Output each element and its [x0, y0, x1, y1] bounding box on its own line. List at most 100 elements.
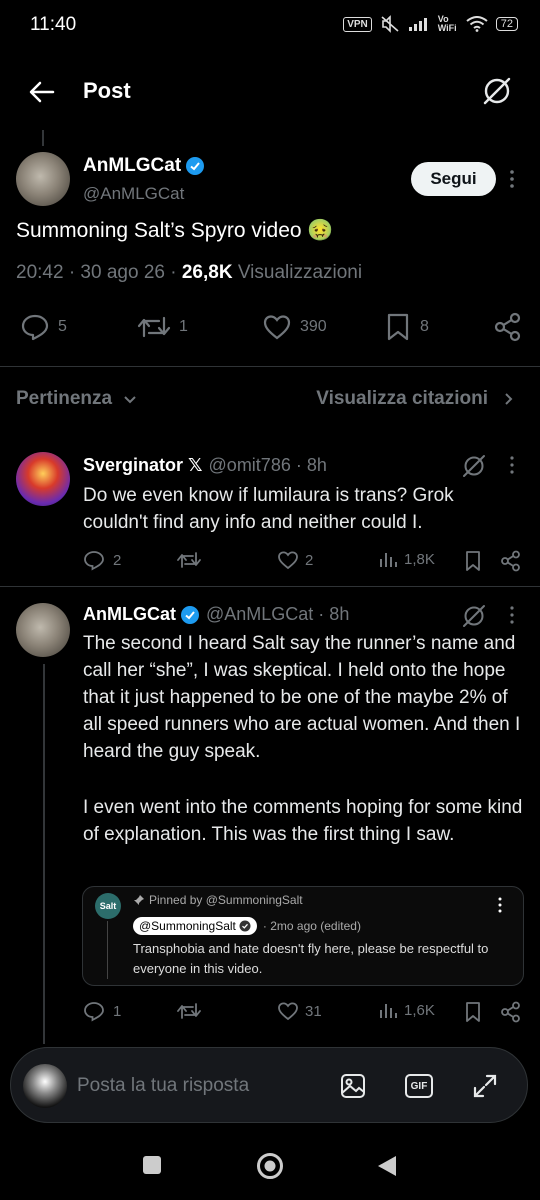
- like-count: 31: [305, 1002, 322, 1020]
- like-count: 2: [305, 551, 314, 569]
- bookmark-icon[interactable]: [463, 550, 483, 572]
- reply-handle-time[interactable]: @AnMLGCat · 8h: [206, 604, 349, 625]
- reply-author-name[interactable]: Sverginator 𝕏: [83, 455, 203, 476]
- image-icon[interactable]: [339, 1072, 367, 1100]
- post-text: Summoning Salt’s Spyro video 🤢: [16, 219, 334, 242]
- grok-icon[interactable]: [462, 454, 486, 478]
- author-handle[interactable]: @AnMLGCat: [83, 184, 184, 204]
- pinned-text: Pinned by @SummoningSalt: [149, 893, 303, 907]
- channel-avatar: Salt: [95, 893, 121, 919]
- reply-count: 1: [113, 1002, 122, 1020]
- reply-avatar[interactable]: [16, 452, 70, 506]
- heart-icon: [278, 551, 298, 570]
- gif-button[interactable]: GIF: [405, 1074, 433, 1098]
- heart-icon: [263, 315, 291, 340]
- share-icon[interactable]: [500, 1001, 522, 1023]
- vpn-icon: VPN: [343, 16, 372, 32]
- thread-line-top: [42, 130, 44, 146]
- thread-line: [43, 664, 45, 1044]
- more-options-icon[interactable]: [504, 168, 520, 190]
- repost-icon: [177, 552, 201, 568]
- like-count: 390: [300, 318, 327, 335]
- divider: [0, 586, 540, 587]
- back-arrow-icon[interactable]: [28, 78, 56, 106]
- reply-count: 2: [113, 551, 122, 569]
- repost-button[interactable]: 1: [137, 312, 188, 342]
- view-count: 1,8K: [404, 550, 435, 568]
- system-nav-bar: [0, 1140, 540, 1200]
- volte-icon: Vo WiFi: [437, 14, 457, 33]
- author-name-row[interactable]: AnMLGCat: [83, 155, 205, 177]
- grok-icon[interactable]: [482, 76, 512, 106]
- top-bar: Post: [0, 62, 540, 122]
- comment-author: @SummoningSalt: [139, 919, 236, 933]
- status-bar: 11:40 VPN Vo WiFi 72: [0, 0, 540, 50]
- bookmark-button[interactable]: 8: [384, 312, 429, 342]
- bookmark-icon: [387, 313, 409, 341]
- chevron-down-icon: [124, 396, 136, 404]
- reply-avatar[interactable]: [16, 603, 70, 657]
- reply-handle-time[interactable]: @omit786 · 8h: [209, 455, 327, 476]
- reply-text: The second I heard Salt say the runner’s…: [83, 633, 521, 762]
- like-button[interactable]: 2: [277, 549, 313, 571]
- reply-input-placeholder[interactable]: Posta la tua risposta: [77, 1075, 249, 1097]
- repost-button[interactable]: [176, 1000, 202, 1022]
- home-button[interactable]: [256, 1152, 284, 1180]
- post-meta: 20:42 · 30 ago 26 · 26,8K Visualizzazion…: [16, 262, 362, 284]
- reply-button[interactable]: 5: [20, 312, 67, 342]
- more-options-icon[interactable]: [504, 605, 520, 625]
- post-action-bar: 5 1 390 8: [20, 312, 525, 344]
- reply-icon: [84, 1002, 104, 1022]
- pin-icon: [134, 895, 144, 905]
- quotes-label: Visualizza citazioni: [316, 388, 488, 409]
- repost-button[interactable]: [176, 549, 202, 571]
- verified-badge-icon: [186, 157, 205, 175]
- attached-image[interactable]: Salt Pinned by @SummoningSalt @Summoning…: [82, 886, 524, 986]
- share-icon[interactable]: [500, 550, 522, 572]
- status-time: 11:40: [30, 14, 77, 35]
- comment-author-row: @SummoningSalt · 2mo ago (edited): [133, 917, 361, 935]
- verified-badge-icon: [181, 605, 199, 624]
- divider: [0, 366, 540, 367]
- reply-header: AnMLGCat @AnMLGCat · 8h: [83, 604, 349, 625]
- reply-composer[interactable]: Posta la tua risposta GIF: [10, 1047, 528, 1123]
- reply-icon: [21, 314, 49, 341]
- user-avatar: [23, 1064, 67, 1108]
- like-button[interactable]: 31: [277, 1000, 322, 1022]
- recents-button[interactable]: [143, 1156, 161, 1174]
- reply-text-continued: I even went into the comments hoping for…: [83, 797, 523, 845]
- reply-button[interactable]: 2: [83, 549, 121, 571]
- repost-count: 1: [179, 318, 188, 335]
- like-button[interactable]: 390: [262, 312, 327, 342]
- reply-button[interactable]: 1: [83, 1000, 121, 1022]
- comment-thread-line: [107, 921, 108, 979]
- view-count: 1,6K: [404, 1001, 435, 1019]
- reply-author-name[interactable]: AnMLGCat: [83, 604, 176, 625]
- comment-author-chip: @SummoningSalt: [133, 917, 257, 935]
- comment-text: Transphobia and hate doesn't fly here, p…: [133, 941, 489, 976]
- share-button[interactable]: [493, 312, 523, 342]
- repost-icon: [177, 1003, 201, 1019]
- mute-icon: [381, 15, 399, 33]
- grok-icon[interactable]: [462, 604, 486, 628]
- author-name[interactable]: AnMLGCat: [83, 155, 181, 177]
- bookmark-count: 8: [420, 318, 429, 335]
- bookmark-icon[interactable]: [463, 1001, 483, 1023]
- more-options-icon[interactable]: [504, 455, 520, 475]
- sort-dropdown[interactable]: Pertinenza: [16, 388, 140, 410]
- reply-text: Do we even know if lumilaura is trans? G…: [83, 485, 454, 533]
- analytics-icon: [380, 553, 397, 567]
- view-count: 26,8K: [181, 262, 233, 283]
- page-title: Post: [83, 78, 131, 103]
- post-time: 20:42 · 30 ago 26 ·: [16, 262, 182, 283]
- views-button[interactable]: 1,6K: [378, 1000, 435, 1020]
- author-avatar[interactable]: [16, 152, 70, 206]
- analytics-icon: [380, 1004, 397, 1018]
- follow-button[interactable]: Segui: [411, 162, 496, 196]
- back-button[interactable]: [376, 1154, 398, 1178]
- view-quotes-link[interactable]: Visualizza citazioni: [316, 388, 518, 410]
- pinned-label: Pinned by @SummoningSalt: [133, 893, 303, 907]
- views-button[interactable]: 1,8K: [378, 549, 435, 569]
- expand-icon[interactable]: [471, 1072, 499, 1100]
- heart-icon: [278, 1002, 298, 1021]
